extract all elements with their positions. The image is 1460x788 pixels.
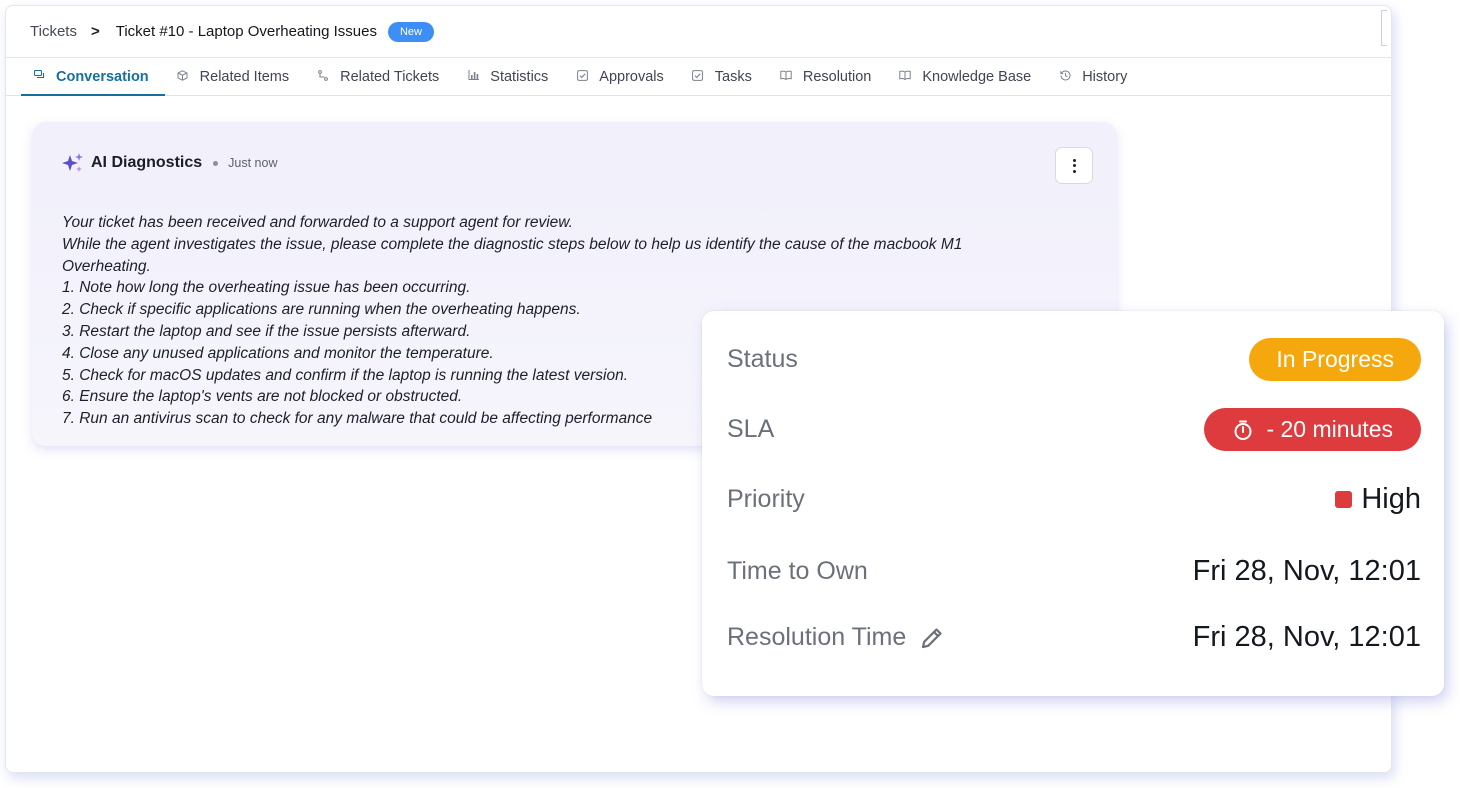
resolution-time-label: Resolution Time bbox=[727, 623, 907, 651]
ticket-details-panel: Status In Progress SLA - 20 minutes Prio… bbox=[702, 311, 1444, 696]
tab-tasks[interactable]: Tasks bbox=[680, 58, 768, 95]
tab-statistics[interactable]: Statistics bbox=[455, 58, 564, 95]
history-icon bbox=[1059, 69, 1071, 84]
breadcrumb: Tickets > Ticket #10 - Laptop Overheatin… bbox=[6, 6, 1391, 58]
message-line: While the agent investigates the issue, … bbox=[62, 235, 963, 253]
tab-history[interactable]: History bbox=[1047, 58, 1143, 95]
kebab-menu-icon bbox=[1072, 158, 1076, 173]
message-line: 1. Note how long the overheating issue h… bbox=[62, 279, 471, 297]
breadcrumb-current-ticket: Ticket #10 - Laptop Overheating Issues bbox=[115, 23, 377, 40]
separator-dot bbox=[213, 160, 219, 166]
time-to-own-value: Fri 28, Nov, 12:01 bbox=[1192, 555, 1421, 587]
resolution-time-label-wrap: Resolution Time bbox=[727, 623, 946, 652]
check-square-icon bbox=[576, 69, 588, 84]
tab-resolution[interactable]: Resolution bbox=[768, 58, 888, 95]
bar-chart-icon bbox=[467, 70, 479, 83]
message-timestamp: Just now bbox=[228, 156, 278, 170]
tab-knowledge-base[interactable]: Knowledge Base bbox=[887, 58, 1047, 95]
window-edge-mark bbox=[1381, 10, 1387, 46]
tab-label: Knowledge Base bbox=[922, 68, 1032, 85]
priority-value: High bbox=[1361, 483, 1421, 515]
more-options-button[interactable] bbox=[1055, 147, 1093, 184]
message-line: Your ticket has been received and forwar… bbox=[62, 214, 573, 231]
chat-icon bbox=[33, 69, 45, 83]
priority-row: Priority High bbox=[727, 483, 1421, 516]
tab-label: Related Tickets bbox=[340, 68, 440, 85]
priority-label: Priority bbox=[727, 485, 805, 513]
status-label: Status bbox=[727, 345, 798, 373]
link-icon bbox=[317, 69, 329, 84]
tab-label: Related Items bbox=[199, 68, 290, 85]
book-open-icon bbox=[899, 70, 912, 83]
tab-label: Tasks bbox=[714, 68, 752, 85]
tab-label: Approvals bbox=[599, 68, 664, 85]
status-badge-new: New bbox=[387, 21, 434, 42]
tab-label: Statistics bbox=[490, 68, 549, 85]
sla-label: SLA bbox=[727, 415, 775, 443]
status-row: Status In Progress bbox=[727, 338, 1421, 381]
time-to-own-row: Time to Own Fri 28, Nov, 12:01 bbox=[727, 555, 1421, 588]
book-icon bbox=[780, 70, 792, 83]
tab-related-items[interactable]: Related Items bbox=[165, 58, 305, 95]
stopwatch-icon bbox=[1234, 420, 1252, 440]
tab-related-tickets[interactable]: Related Tickets bbox=[305, 58, 455, 95]
sla-row: SLA - 20 minutes bbox=[727, 408, 1421, 451]
message-line: Overheating. bbox=[62, 257, 151, 275]
tab-conversation[interactable]: Conversation bbox=[21, 58, 165, 96]
tab-approvals[interactable]: Approvals bbox=[564, 58, 679, 95]
chevron-right-icon: > bbox=[90, 23, 100, 40]
check-square-icon bbox=[692, 69, 704, 84]
resolution-time-row: Resolution Time Fri 28, Nov, 12:01 bbox=[727, 621, 1421, 654]
tab-bar: Conversation Related Items Related Ticke… bbox=[6, 58, 1391, 96]
message-author: AI Diagnostics bbox=[91, 154, 203, 171]
message-header: AI Diagnostics Just now bbox=[62, 152, 277, 174]
time-to-own-label: Time to Own bbox=[727, 557, 868, 585]
priority-value-wrap: High bbox=[1335, 483, 1421, 516]
status-pill[interactable]: In Progress bbox=[1249, 338, 1421, 381]
sla-pill: - 20 minutes bbox=[1204, 408, 1421, 451]
sparkle-icon bbox=[62, 153, 83, 172]
tab-label: Resolution bbox=[802, 68, 872, 85]
sla-value: - 20 minutes bbox=[1266, 416, 1393, 442]
breadcrumb-tickets-link[interactable]: Tickets bbox=[30, 23, 77, 40]
resolution-time-value: Fri 28, Nov, 12:01 bbox=[1192, 621, 1421, 653]
cube-icon bbox=[177, 69, 189, 84]
tab-label: Conversation bbox=[56, 68, 149, 85]
pencil-icon[interactable] bbox=[918, 624, 946, 652]
priority-indicator bbox=[1335, 491, 1353, 508]
tab-label: History bbox=[1082, 68, 1128, 85]
